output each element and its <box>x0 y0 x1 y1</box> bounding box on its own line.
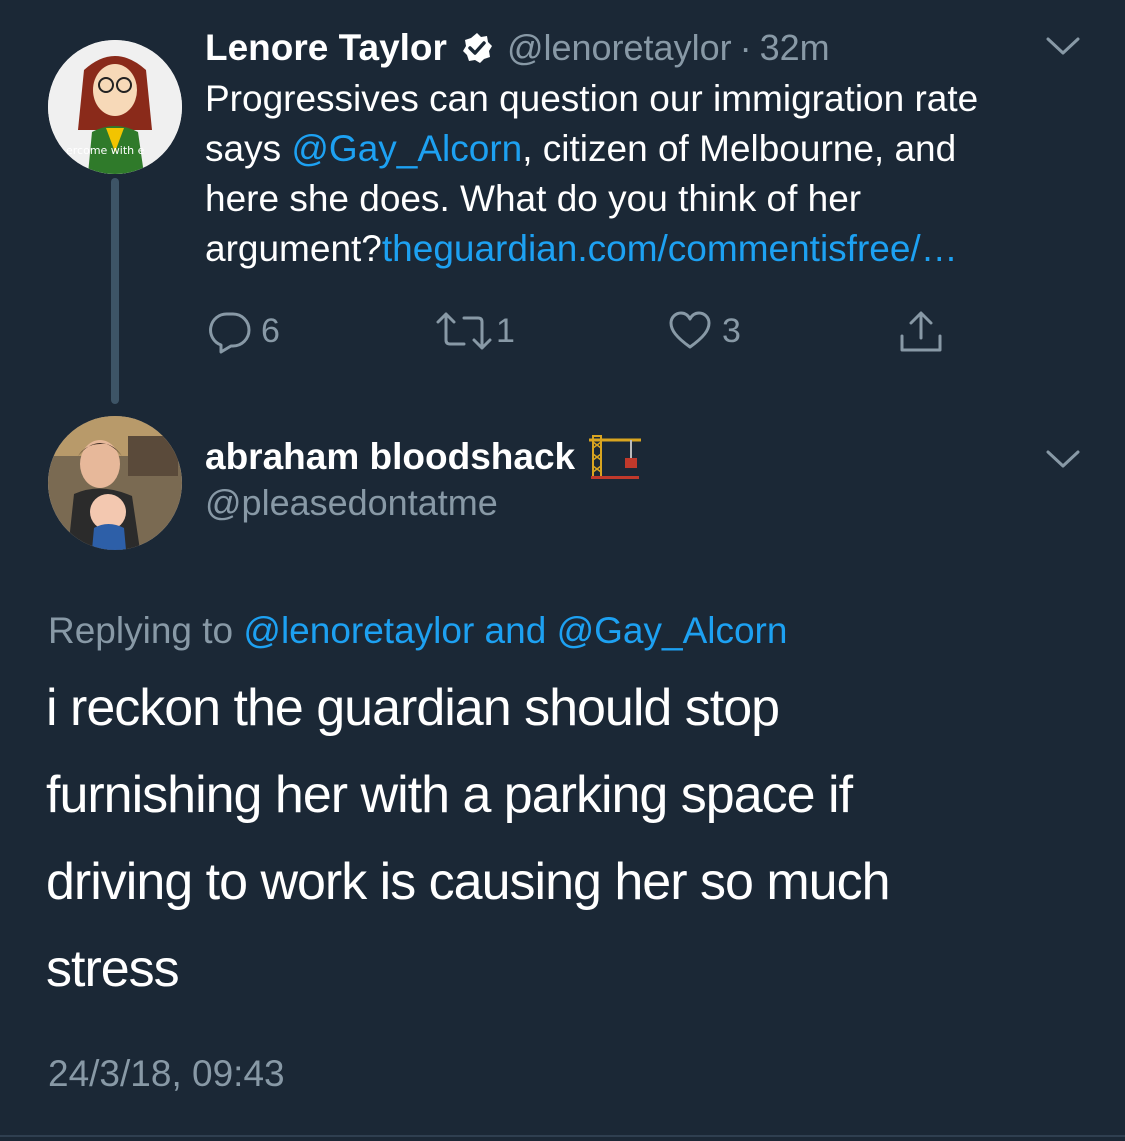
chevron-down-icon[interactable] <box>1044 34 1082 63</box>
reply-text-line-1: i reckon the guardian should stop <box>46 679 780 737</box>
reply-text: i reckon the guardian should stop furnis… <box>46 665 1106 1013</box>
retweet-button[interactable]: 1 <box>434 308 515 354</box>
reply-count: 6 <box>261 311 280 350</box>
reply-author-handle[interactable]: @pleasedontatme <box>205 482 498 524</box>
tweet-text-line-1: Progressives can question our immigratio… <box>205 78 979 119</box>
author-name[interactable]: Lenore Taylor <box>205 27 447 69</box>
share-icon[interactable] <box>898 308 944 361</box>
mention-lenoretaylor[interactable]: @lenoretaylor <box>243 610 474 651</box>
author-handle[interactable]: @lenoretaylor <box>507 27 732 69</box>
reply-icon <box>207 308 253 354</box>
replying-prefix: Replying to <box>48 610 244 651</box>
reply-timestamp[interactable]: 24/3/18, 09:43 <box>48 1053 285 1095</box>
replying-to-line: Replying to @lenoretaylor and @Gay_Alcor… <box>48 610 787 652</box>
chevron-down-icon[interactable] <box>1044 447 1082 476</box>
text-fragment: , citizen of Melbourne, and <box>522 128 957 169</box>
tweet-header: Lenore Taylor @lenoretaylor · 32m <box>205 25 830 71</box>
tweet-time-ago[interactable]: 32m <box>760 27 830 69</box>
mention-gay-alcorn[interactable]: @Gay_Alcorn <box>557 610 788 651</box>
like-count: 3 <box>722 311 741 350</box>
crane-emoji-icon <box>587 434 643 480</box>
verified-badge-icon <box>461 32 493 64</box>
text-fragment: argument? <box>205 228 382 269</box>
tweet-text-line-2: says @Gay_Alcorn, citizen of Melbourne, … <box>205 124 1105 174</box>
retweet-count: 1 <box>496 311 515 350</box>
reply-author-name[interactable]: abraham bloodshack <box>205 436 575 478</box>
mention-gay-alcorn[interactable]: @Gay_Alcorn <box>291 128 522 169</box>
retweet-icon <box>434 308 494 354</box>
reply-text-line-3: driving to work is causing her so much <box>46 853 891 911</box>
tweet-text-line-3: here she does. What do you think of her <box>205 178 862 219</box>
reply-header: abraham bloodshack <box>205 434 643 480</box>
reply-text-line-4: stress <box>46 940 180 998</box>
replying-and: and <box>474 610 557 651</box>
lenore-taylor-avatar[interactable]: ercome with e <box>48 40 182 174</box>
divider <box>0 1135 1125 1137</box>
reply-button[interactable]: 6 <box>207 308 280 354</box>
meta-separator: · <box>739 27 752 68</box>
like-button[interactable]: 3 <box>668 308 741 354</box>
like-icon <box>668 309 712 353</box>
text-fragment: says <box>205 128 292 169</box>
tweet-text: Progressives can question our immigratio… <box>205 74 1105 274</box>
article-link[interactable]: theguardian.com/commentisfree/… <box>382 228 958 269</box>
thread-connector-line <box>111 178 119 404</box>
abraham-bloodshack-avatar[interactable] <box>48 416 182 550</box>
avatar-caption: ercome with e <box>66 144 145 157</box>
tweet-text-line-4: argument?theguardian.com/commentisfree/… <box>205 224 1105 274</box>
reply-text-line-2: furnishing her with a parking space if <box>46 766 853 824</box>
